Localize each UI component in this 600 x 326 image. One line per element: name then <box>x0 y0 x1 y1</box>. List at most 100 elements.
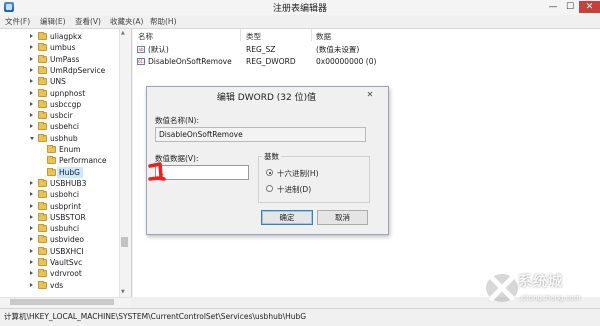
tree-item-usbuhci[interactable]: usbuhci <box>0 223 131 234</box>
tree-item-usbxhci[interactable]: USBXHCI <box>0 246 131 257</box>
tree-scroll-thumb[interactable] <box>121 237 128 247</box>
radio-decimal-label[interactable]: 十进制(D) <box>277 184 311 195</box>
column-header-name[interactable]: 名称 <box>138 31 153 42</box>
expand-arrow-icon[interactable] <box>30 248 33 253</box>
radio-hex-label[interactable]: 十六进制(H) <box>277 168 319 179</box>
menu-view[interactable]: 查看(V) <box>75 16 101 27</box>
tree-item-label: usbccgp <box>50 99 82 109</box>
expand-arrow-icon[interactable] <box>30 226 33 231</box>
menu-file[interactable]: 文件(F) <box>5 16 30 27</box>
expand-arrow-icon[interactable] <box>30 203 33 208</box>
column-divider[interactable] <box>240 29 241 41</box>
tree-item-usbhub3[interactable]: USBHUB3 <box>0 178 131 189</box>
tree-item-uliagpkx[interactable]: uliagpkx <box>0 31 131 42</box>
tree-item-umbus[interactable]: umbus <box>0 42 131 53</box>
tree-item-umpass[interactable]: UmPass <box>0 54 131 65</box>
tree-item-label: uliagpkx <box>50 32 82 41</box>
folder-icon <box>38 54 47 63</box>
folder-icon <box>38 65 47 74</box>
tree-item-usbccgp[interactable]: usbccgp <box>0 99 131 110</box>
expand-arrow-icon[interactable] <box>30 113 33 118</box>
expand-arrow-icon[interactable] <box>30 90 33 95</box>
dialog-title: 编辑 DWORD (32 位)值 <box>216 93 317 103</box>
tree-item-uns[interactable]: UNS <box>0 76 131 87</box>
folder-icon <box>38 224 47 233</box>
list-row-default[interactable]: ab (默认) REG_SZ (数值未设置) <box>137 45 437 55</box>
tree-item-performance[interactable]: Performance <box>0 155 131 166</box>
column-divider[interactable] <box>311 29 312 41</box>
expand-arrow-icon[interactable] <box>30 192 33 197</box>
tree-item-label: Performance <box>59 156 107 166</box>
expand-arrow-icon[interactable] <box>30 56 33 61</box>
expand-arrow-icon[interactable] <box>30 282 33 287</box>
expand-arrow-icon[interactable] <box>30 260 33 264</box>
expand-arrow-icon[interactable] <box>30 79 33 84</box>
tree-item-label: usbuhci <box>50 224 80 234</box>
value-name: (默认) <box>148 45 169 54</box>
tree-item-usbvideo[interactable]: usbvideo <box>0 234 131 245</box>
menu-favorites[interactable]: 收藏夹(A) <box>110 16 143 27</box>
column-header-type[interactable]: 类型 <box>246 31 261 42</box>
tree-item-vaultsvc[interactable]: VaultSvc <box>0 257 131 268</box>
folder-icon <box>38 133 47 142</box>
tree-item-usbehci[interactable]: usbehci <box>0 121 131 132</box>
tree-item-label: umbus <box>50 43 76 53</box>
expand-arrow-icon[interactable] <box>30 271 33 276</box>
folder-icon <box>38 212 47 221</box>
cancel-button[interactable]: 取消 <box>317 210 368 225</box>
tree-item-label: usbcir <box>50 111 73 121</box>
tree-item-usbstor[interactable]: USBSTOR <box>0 212 131 223</box>
radio-decimal[interactable] <box>266 185 273 192</box>
folder-icon <box>38 201 47 210</box>
maximize-button[interactable]: ☐ <box>562 1 578 13</box>
tree-item-hubg[interactable]: HubG <box>0 166 131 178</box>
menu-help[interactable]: 帮助(H) <box>150 16 177 27</box>
tree-vertical-scrollbar[interactable] <box>119 29 131 297</box>
scroll-up-icon[interactable]: ▲ <box>121 30 125 36</box>
tree-item-label: USBXHCI <box>50 246 84 256</box>
binary-value-icon: 011 <box>137 58 146 65</box>
folder-icon <box>47 167 56 176</box>
tree-item-usbprint[interactable]: usbprint <box>0 201 131 212</box>
tree-item-upnphost[interactable]: upnphost <box>0 88 131 99</box>
tree-item-vdrvroot[interactable]: vdrvroot <box>0 268 131 279</box>
tree-item-label: usbprint <box>50 201 82 211</box>
tree-item-usbcir[interactable]: usbcir <box>0 110 131 121</box>
folder-icon <box>47 156 56 165</box>
tree-item-label: vds <box>50 280 64 290</box>
watermark-url: xitongcheng.com <box>520 294 581 302</box>
radio-hex[interactable] <box>266 169 273 176</box>
tree-item-vds[interactable]: vds <box>0 280 131 291</box>
expand-arrow-icon[interactable] <box>30 45 33 50</box>
column-header-data[interactable]: 数据 <box>316 31 331 42</box>
collapse-arrow-icon[interactable] <box>30 136 34 140</box>
folder-icon <box>38 99 47 108</box>
expand-arrow-icon[interactable] <box>30 101 33 106</box>
expand-arrow-icon[interactable] <box>30 67 33 72</box>
minimize-button[interactable]: — <box>545 1 561 13</box>
tree-item-umrdpservice[interactable]: UmRdpService <box>0 65 131 76</box>
expand-arrow-icon[interactable] <box>30 34 33 38</box>
tree-item-usbhub[interactable]: usbhub <box>0 133 131 144</box>
registry-tree[interactable]: uliagpkx umbus UmPass UmRdpService UNS upnpho… <box>0 29 132 297</box>
string-value-icon: ab <box>137 46 145 53</box>
list-row-disableonsoftremove[interactable]: 011 DisableOnSoftRemove REG_DWORD 0x0000… <box>137 57 437 67</box>
value-name: DisableOnSoftRemove <box>148 57 232 66</box>
expand-arrow-icon[interactable] <box>30 237 33 242</box>
expand-arrow-icon[interactable] <box>30 124 33 129</box>
tree-item-enum[interactable]: Enum <box>0 144 131 155</box>
expand-arrow-icon[interactable] <box>30 180 33 185</box>
expand-arrow-icon[interactable] <box>30 214 33 219</box>
horizontal-scroll-thumb[interactable] <box>10 299 114 305</box>
folder-icon <box>38 280 47 289</box>
close-button[interactable]: ✕ <box>579 1 600 13</box>
menu-edit[interactable]: 编辑(E) <box>40 16 66 27</box>
tree-item-label: Enum <box>59 145 81 154</box>
scroll-down-icon[interactable]: ▼ <box>121 289 125 295</box>
value-data: (数值未设置) <box>316 45 360 54</box>
ok-button[interactable]: 确定 <box>261 210 313 225</box>
radix-label: 基数 <box>262 151 281 162</box>
radix-groupbox <box>258 156 370 203</box>
dialog-close-button[interactable]: ✕ <box>362 89 378 100</box>
tree-item-usbohci[interactable]: usbohci <box>0 189 131 200</box>
